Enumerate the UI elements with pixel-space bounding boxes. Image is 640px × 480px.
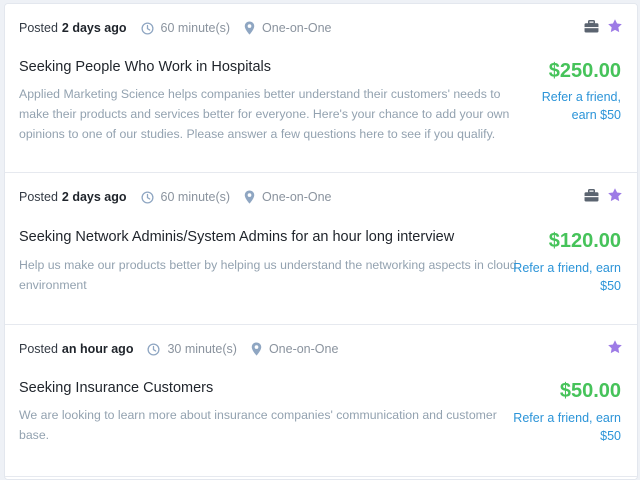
card-actions	[607, 339, 623, 355]
card-actions	[584, 18, 623, 34]
refer-line-2: $50	[600, 279, 621, 293]
study-meta: Posted 2 days ago 60 minute(s) One-on-On…	[19, 188, 332, 206]
posted-time: 2 days ago	[61, 190, 127, 204]
study-format: One-on-One	[262, 21, 332, 35]
refer-line-1: Refer a friend,	[541, 90, 621, 104]
study-card[interactable]: Posted an hour ago 30 minute(s) One-on-O…	[5, 325, 637, 477]
posted-time: an hour ago	[61, 342, 134, 356]
study-card[interactable]: Posted 2 days ago 60 minute(s) One-on-On…	[5, 173, 637, 325]
study-description: Help us make our products better by help…	[19, 258, 517, 292]
posted-label: Posted	[19, 190, 58, 204]
clock-icon	[141, 190, 154, 204]
star-icon[interactable]	[607, 18, 623, 34]
study-price: $120.00	[548, 230, 621, 252]
clock-icon	[147, 342, 160, 356]
refer-line-1: Refer a friend, earn	[513, 411, 621, 425]
refer-friend-link[interactable]: Refer a friend, earn $50	[513, 409, 621, 445]
study-format: One-on-One	[268, 342, 339, 356]
study-title[interactable]: Seeking Network Adminis/System Admins fo…	[19, 229, 454, 245]
posted-time: 2 days ago	[61, 21, 127, 35]
duration: 60 minute(s)	[160, 190, 231, 204]
card-actions	[584, 187, 623, 203]
refer-line-2: $50	[600, 429, 621, 443]
study-meta: Posted an hour ago 30 minute(s) One-on-O…	[19, 340, 338, 358]
briefcase-icon	[584, 188, 599, 202]
study-meta: Posted 2 days ago 60 minute(s) One-on-On…	[19, 19, 332, 37]
pin-icon	[244, 190, 255, 204]
study-price: $250.00	[548, 60, 621, 82]
refer-line-1: Refer a friend, earn	[513, 261, 621, 275]
study-description: We are looking to learn more about insur…	[19, 408, 497, 442]
refer-friend-link[interactable]: Refer a friend, earn $50	[513, 259, 621, 295]
duration: 30 minute(s)	[167, 342, 237, 356]
study-list: Posted 2 days ago 60 minute(s) One-on-On…	[4, 3, 638, 480]
study-title[interactable]: Seeking Insurance Customers	[19, 380, 213, 396]
posted-label: Posted	[19, 21, 58, 35]
study-format: One-on-One	[262, 190, 332, 204]
duration: 60 minute(s)	[160, 21, 231, 35]
star-icon[interactable]	[607, 187, 623, 203]
study-price: $50.00	[559, 380, 621, 402]
study-description: Applied Marketing Science helps companie…	[19, 87, 510, 141]
refer-friend-link[interactable]: Refer a friend, earn $50	[542, 88, 621, 124]
briefcase-icon	[584, 19, 599, 33]
refer-line-2: earn $50	[571, 108, 621, 122]
star-icon[interactable]	[607, 339, 623, 355]
clock-icon	[141, 21, 154, 35]
study-title[interactable]: Seeking People Who Work in Hospitals	[19, 59, 271, 75]
pin-icon	[251, 342, 262, 356]
pin-icon	[244, 21, 255, 35]
study-card[interactable]: Posted 2 days ago 60 minute(s) One-on-On…	[5, 4, 637, 173]
posted-label: Posted	[19, 342, 58, 356]
